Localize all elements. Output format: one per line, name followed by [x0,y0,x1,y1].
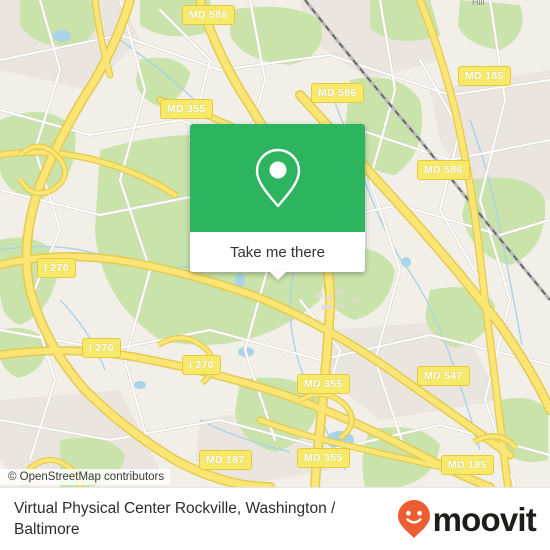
location-pin-icon [255,148,300,208]
road-shield: I 270 [37,258,76,278]
take-me-there-label: Take me there [229,243,326,261]
popup-pointer-tail [268,271,287,280]
road-shield: MD 355 [297,448,350,468]
road-shield: MD 185 [441,455,494,475]
road-shield: MD 586 [311,83,364,103]
map-edge-label: Hill [472,0,485,7]
map-attribution[interactable]: © OpenStreetMap contributors [0,469,171,485]
road-shield: MD 187 [199,450,252,470]
road-shield: MD 185 [458,66,511,86]
road-shield: I 270 [82,338,121,358]
moovit-wordmark: moovit [432,500,537,538]
moovit-pin-icon [397,500,430,538]
map-screenshot: Hill MD 586 MD 185 MD 586 MD 355 MD 586 I 270… [0,0,550,550]
map-canvas[interactable]: Hill MD 586 MD 185 MD 586 MD 355 MD 586 I 270… [0,0,550,487]
road-shield: MD 586 [417,160,470,180]
road-shield: MD 355 [297,374,350,394]
location-popup-card[interactable]: Take me there [190,124,365,280]
location-title: Virtual Physical Center Rockville, Washi… [14,500,336,538]
road-shield: MD 586 [182,5,235,25]
popup-action-bar[interactable]: Take me there [190,232,365,280]
road-shield: MD 547 [417,366,470,386]
road-shield: I 270 [182,355,221,375]
road-shield: MD 355 [160,99,213,119]
popup-header [190,124,365,232]
moovit-logo[interactable]: moovit [397,499,537,539]
footer-bar: Virtual Physical Center Rockville, Washi… [0,487,550,550]
